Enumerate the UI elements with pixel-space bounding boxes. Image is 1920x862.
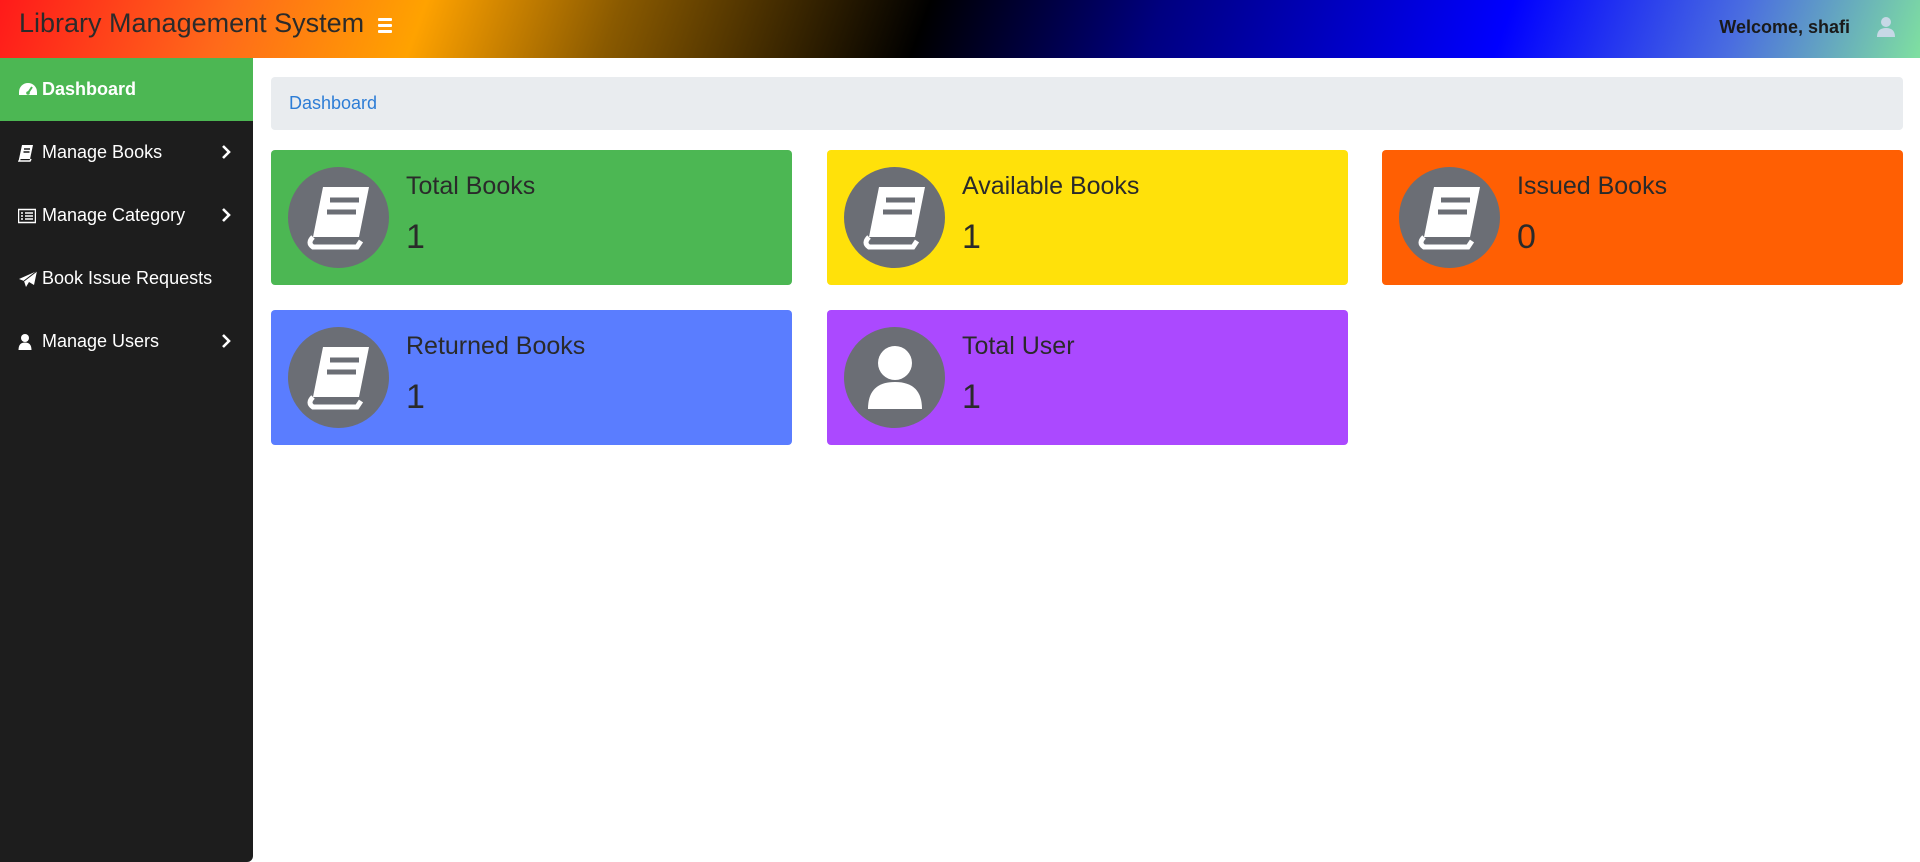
user-account-icon[interactable] (1876, 16, 1896, 38)
breadcrumb: Dashboard (271, 77, 1903, 130)
stat-card-returned-books[interactable]: Returned Books 1 (271, 310, 792, 445)
stat-card-available-books[interactable]: Available Books 1 (827, 150, 1348, 285)
stat-card-total-books[interactable]: Total Books 1 (271, 150, 792, 285)
chevron-right-icon (222, 208, 231, 222)
top-navbar: Library Management System Welcome, shafi (0, 0, 1920, 58)
sidebar-item-dashboard[interactable]: Dashboard (0, 58, 253, 121)
sidebar-item-manage-category[interactable]: Manage Category (0, 184, 253, 247)
book-icon (844, 167, 945, 268)
card-value: 0 (1517, 218, 1536, 256)
menu-toggle-icon[interactable] (378, 18, 392, 34)
card-title: Total User (962, 332, 1075, 360)
card-value: 1 (406, 378, 425, 416)
sidebar-item-label: Book Issue Requests (42, 268, 213, 288)
card-title: Returned Books (406, 332, 586, 360)
user-icon (18, 333, 38, 351)
sidebar-item-book-issue-requests[interactable]: Book Issue Requests (0, 247, 253, 310)
book-icon (18, 144, 38, 162)
stat-card-issued-books[interactable]: Issued Books 0 (1382, 150, 1903, 285)
stat-card-total-user[interactable]: Total User 1 (827, 310, 1348, 445)
sidebar-item-manage-books[interactable]: Manage Books (0, 121, 253, 184)
brand-title[interactable]: Library Management System (19, 8, 364, 39)
book-icon (288, 327, 389, 428)
gauge-icon (18, 81, 38, 99)
sidebar-item-label: Manage Category (42, 205, 186, 225)
sidebar-item-label: Manage Users (42, 331, 160, 351)
book-icon (1399, 167, 1500, 268)
card-title: Available Books (962, 172, 1140, 200)
card-value: 1 (962, 218, 981, 256)
sidebar-item-label: Manage Books (42, 142, 163, 162)
user-icon (844, 327, 945, 428)
chevron-right-icon (222, 334, 231, 348)
main-content: Dashboard Total Books 1 Available Books … (253, 58, 1920, 862)
book-icon (288, 167, 389, 268)
list-icon (18, 207, 38, 225)
card-value: 1 (962, 378, 981, 416)
sidebar-item-manage-users[interactable]: Manage Users (0, 310, 253, 373)
breadcrumb-link-dashboard[interactable]: Dashboard (289, 93, 377, 114)
card-title: Issued Books (1517, 172, 1668, 200)
chevron-right-icon (222, 145, 231, 159)
paper-plane-icon (18, 270, 38, 288)
card-title: Total Books (406, 172, 536, 200)
welcome-text: Welcome, shafi (1719, 17, 1850, 37)
sidebar-item-label: Dashboard (42, 79, 137, 99)
sidebar: Dashboard Manage Books Manage Category B… (0, 58, 253, 862)
card-value: 1 (406, 218, 425, 256)
